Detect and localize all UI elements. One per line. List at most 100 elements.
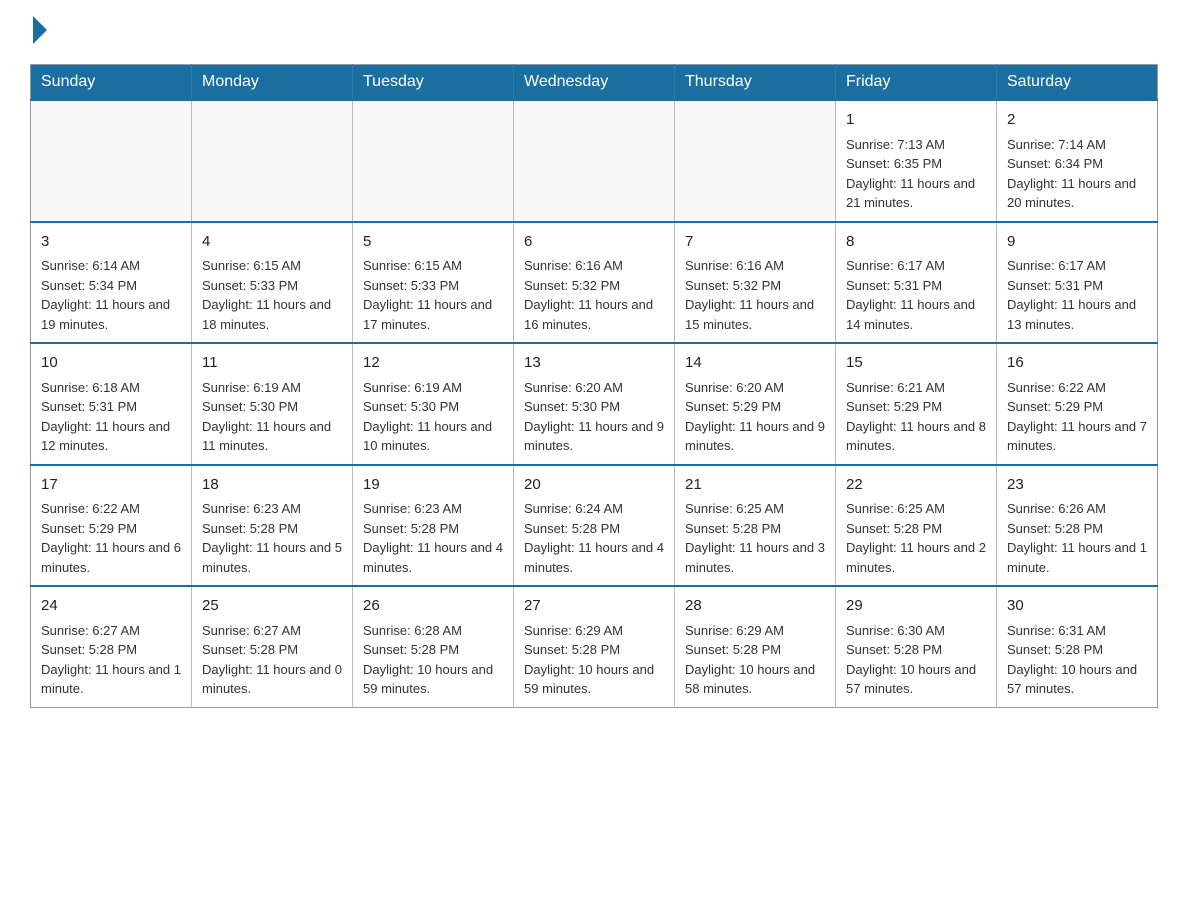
day-number: 19 xyxy=(363,474,503,497)
day-number: 6 xyxy=(524,231,664,254)
day-number: 26 xyxy=(363,595,503,618)
calendar-cell xyxy=(675,100,836,222)
day-number: 24 xyxy=(41,595,181,618)
calendar-week-row: 10Sunrise: 6:18 AMSunset: 5:31 PMDayligh… xyxy=(31,343,1158,465)
day-sun-info: Sunrise: 6:27 AMSunset: 5:28 PMDaylight:… xyxy=(202,623,342,697)
calendar-cell: 20 Sunrise: 6:24 AMSunset: 5:28 PMDayligh… xyxy=(514,465,675,587)
day-sun-info: Sunrise: 6:15 AMSunset: 5:33 PMDaylight:… xyxy=(363,258,492,332)
day-number: 7 xyxy=(685,231,825,254)
calendar-cell: 17 Sunrise: 6:22 AMSunset: 5:29 PMDayligh… xyxy=(31,465,192,587)
day-number: 15 xyxy=(846,352,986,375)
calendar-cell: 14 Sunrise: 6:20 AMSunset: 5:29 PMDayligh… xyxy=(675,343,836,465)
weekday-header-thursday: Thursday xyxy=(675,65,836,101)
day-sun-info: Sunrise: 6:23 AMSunset: 5:28 PMDaylight:… xyxy=(363,501,503,575)
calendar-body: 1 Sunrise: 7:13 AMSunset: 6:35 PMDaylight… xyxy=(31,100,1158,707)
calendar-cell: 29 Sunrise: 6:30 AMSunset: 5:28 PMDayligh… xyxy=(836,586,997,707)
calendar-table: SundayMondayTuesdayWednesdayThursdayFrid… xyxy=(30,64,1158,708)
day-number: 30 xyxy=(1007,595,1147,618)
weekday-header-sunday: Sunday xyxy=(31,65,192,101)
day-sun-info: Sunrise: 6:25 AMSunset: 5:28 PMDaylight:… xyxy=(846,501,986,575)
day-number: 18 xyxy=(202,474,342,497)
calendar-cell: 19 Sunrise: 6:23 AMSunset: 5:28 PMDayligh… xyxy=(353,465,514,587)
calendar-cell: 9Sunrise: 6:17 AMSunset: 5:31 PMDaylight… xyxy=(997,222,1158,344)
weekday-header-tuesday: Tuesday xyxy=(353,65,514,101)
calendar-cell: 2 Sunrise: 7:14 AMSunset: 6:34 PMDaylight… xyxy=(997,100,1158,222)
weekday-header-saturday: Saturday xyxy=(997,65,1158,101)
day-sun-info: Sunrise: 6:29 AMSunset: 5:28 PMDaylight:… xyxy=(685,623,815,697)
day-sun-info: Sunrise: 6:21 AMSunset: 5:29 PMDaylight:… xyxy=(846,380,986,454)
day-number: 27 xyxy=(524,595,664,618)
day-sun-info: Sunrise: 6:20 AMSunset: 5:29 PMDaylight:… xyxy=(685,380,825,454)
day-sun-info: Sunrise: 6:25 AMSunset: 5:28 PMDaylight:… xyxy=(685,501,825,575)
day-sun-info: Sunrise: 6:30 AMSunset: 5:28 PMDaylight:… xyxy=(846,623,976,697)
calendar-cell: 28 Sunrise: 6:29 AMSunset: 5:28 PMDayligh… xyxy=(675,586,836,707)
day-number: 1 xyxy=(846,109,986,132)
calendar-week-row: 24 Sunrise: 6:27 AMSunset: 5:28 PMDayligh… xyxy=(31,586,1158,707)
calendar-cell: 18 Sunrise: 6:23 AMSunset: 5:28 PMDayligh… xyxy=(192,465,353,587)
calendar-cell xyxy=(31,100,192,222)
weekday-header-friday: Friday xyxy=(836,65,997,101)
day-number: 17 xyxy=(41,474,181,497)
calendar-cell: 3 Sunrise: 6:14 AMSunset: 5:34 PMDaylight… xyxy=(31,222,192,344)
day-sun-info: Sunrise: 6:15 AMSunset: 5:33 PMDaylight:… xyxy=(202,258,331,332)
calendar-cell: 26 Sunrise: 6:28 AMSunset: 5:28 PMDayligh… xyxy=(353,586,514,707)
day-number: 29 xyxy=(846,595,986,618)
calendar-cell: 27 Sunrise: 6:29 AMSunset: 5:28 PMDayligh… xyxy=(514,586,675,707)
day-sun-info: Sunrise: 6:17 AMSunset: 5:31 PMDaylight:… xyxy=(1007,258,1136,332)
calendar-cell: 25 Sunrise: 6:27 AMSunset: 5:28 PMDayligh… xyxy=(192,586,353,707)
day-number: 22 xyxy=(846,474,986,497)
calendar-week-row: 17 Sunrise: 6:22 AMSunset: 5:29 PMDayligh… xyxy=(31,465,1158,587)
calendar-cell: 13Sunrise: 6:20 AMSunset: 5:30 PMDayligh… xyxy=(514,343,675,465)
day-number: 14 xyxy=(685,352,825,375)
day-sun-info: Sunrise: 6:29 AMSunset: 5:28 PMDaylight:… xyxy=(524,623,654,697)
day-number: 2 xyxy=(1007,109,1147,132)
day-number: 11 xyxy=(202,352,342,375)
day-sun-info: Sunrise: 6:26 AMSunset: 5:28 PMDaylight:… xyxy=(1007,501,1147,575)
day-number: 21 xyxy=(685,474,825,497)
day-sun-info: Sunrise: 6:18 AMSunset: 5:31 PMDaylight:… xyxy=(41,380,170,454)
calendar-cell: 7 Sunrise: 6:16 AMSunset: 5:32 PMDaylight… xyxy=(675,222,836,344)
day-number: 28 xyxy=(685,595,825,618)
day-sun-info: Sunrise: 6:23 AMSunset: 5:28 PMDaylight:… xyxy=(202,501,342,575)
day-sun-info: Sunrise: 6:17 AMSunset: 5:31 PMDaylight:… xyxy=(846,258,975,332)
calendar-cell: 1 Sunrise: 7:13 AMSunset: 6:35 PMDaylight… xyxy=(836,100,997,222)
day-sun-info: Sunrise: 6:28 AMSunset: 5:28 PMDaylight:… xyxy=(363,623,493,697)
day-number: 12 xyxy=(363,352,503,375)
day-sun-info: Sunrise: 6:31 AMSunset: 5:28 PMDaylight:… xyxy=(1007,623,1137,697)
calendar-cell xyxy=(514,100,675,222)
day-sun-info: Sunrise: 6:24 AMSunset: 5:28 PMDaylight:… xyxy=(524,501,664,575)
calendar-week-row: 1 Sunrise: 7:13 AMSunset: 6:35 PMDaylight… xyxy=(31,100,1158,222)
day-number: 20 xyxy=(524,474,664,497)
day-sun-info: Sunrise: 6:20 AMSunset: 5:30 PMDaylight:… xyxy=(524,380,664,454)
calendar-header: SundayMondayTuesdayWednesdayThursdayFrid… xyxy=(31,65,1158,101)
day-number: 23 xyxy=(1007,474,1147,497)
day-sun-info: Sunrise: 7:13 AMSunset: 6:35 PMDaylight:… xyxy=(846,137,975,211)
weekday-header-wednesday: Wednesday xyxy=(514,65,675,101)
day-sun-info: Sunrise: 6:22 AMSunset: 5:29 PMDaylight:… xyxy=(1007,380,1147,454)
day-number: 8 xyxy=(846,231,986,254)
calendar-cell xyxy=(353,100,514,222)
calendar-cell: 4Sunrise: 6:15 AMSunset: 5:33 PMDaylight… xyxy=(192,222,353,344)
calendar-week-row: 3 Sunrise: 6:14 AMSunset: 5:34 PMDaylight… xyxy=(31,222,1158,344)
day-number: 25 xyxy=(202,595,342,618)
calendar-cell: 6Sunrise: 6:16 AMSunset: 5:32 PMDaylight… xyxy=(514,222,675,344)
calendar-cell: 8 Sunrise: 6:17 AMSunset: 5:31 PMDaylight… xyxy=(836,222,997,344)
calendar-cell: 16 Sunrise: 6:22 AMSunset: 5:29 PMDayligh… xyxy=(997,343,1158,465)
calendar-cell: 5 Sunrise: 6:15 AMSunset: 5:33 PMDaylight… xyxy=(353,222,514,344)
day-sun-info: Sunrise: 6:19 AMSunset: 5:30 PMDaylight:… xyxy=(202,380,331,454)
day-number: 16 xyxy=(1007,352,1147,375)
weekday-header-monday: Monday xyxy=(192,65,353,101)
calendar-cell: 23 Sunrise: 6:26 AMSunset: 5:28 PMDayligh… xyxy=(997,465,1158,587)
logo xyxy=(30,20,47,44)
day-number: 3 xyxy=(41,231,181,254)
day-sun-info: Sunrise: 6:19 AMSunset: 5:30 PMDaylight:… xyxy=(363,380,492,454)
day-sun-info: Sunrise: 6:22 AMSunset: 5:29 PMDaylight:… xyxy=(41,501,181,575)
calendar-cell: 10Sunrise: 6:18 AMSunset: 5:31 PMDayligh… xyxy=(31,343,192,465)
day-sun-info: Sunrise: 6:16 AMSunset: 5:32 PMDaylight:… xyxy=(685,258,814,332)
calendar-cell: 15 Sunrise: 6:21 AMSunset: 5:29 PMDayligh… xyxy=(836,343,997,465)
day-sun-info: Sunrise: 7:14 AMSunset: 6:34 PMDaylight:… xyxy=(1007,137,1136,211)
day-sun-info: Sunrise: 6:14 AMSunset: 5:34 PMDaylight:… xyxy=(41,258,170,332)
logo-arrow-icon xyxy=(33,16,47,44)
calendar-cell: 12 Sunrise: 6:19 AMSunset: 5:30 PMDayligh… xyxy=(353,343,514,465)
day-number: 5 xyxy=(363,231,503,254)
